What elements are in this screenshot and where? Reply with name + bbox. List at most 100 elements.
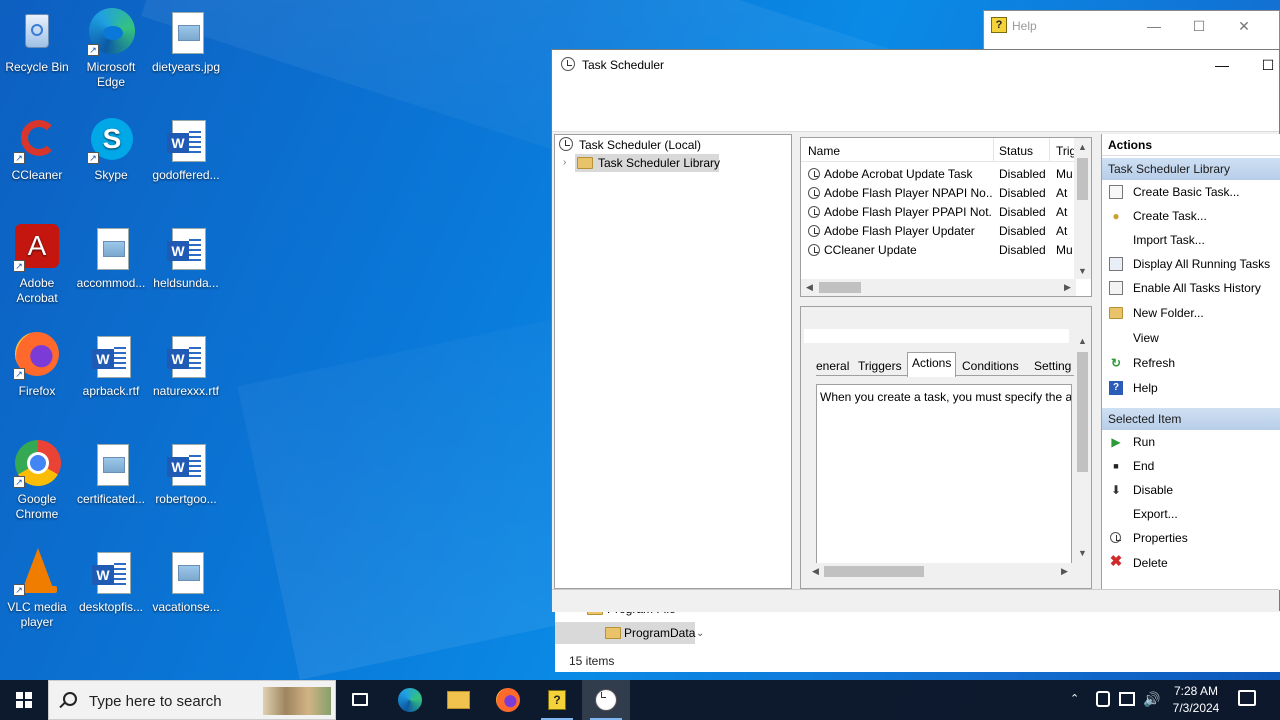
- taskbar-firefox[interactable]: [484, 680, 532, 720]
- desktop-icon-label: Skype: [94, 168, 128, 182]
- taskbar-file-explorer[interactable]: [434, 680, 482, 720]
- network-icon[interactable]: [1119, 692, 1135, 706]
- desktop-icon-skype[interactable]: S ↗ Skype: [74, 116, 148, 183]
- scroll-left-arrow[interactable]: ◀: [807, 566, 824, 577]
- action-enable-history[interactable]: Enable All Tasks History: [1102, 278, 1280, 298]
- action-create-task[interactable]: ● Create Task...: [1102, 206, 1280, 226]
- action-export[interactable]: Export...: [1102, 504, 1280, 524]
- action-import-task[interactable]: Import Task...: [1102, 230, 1280, 250]
- menu-toolbar-area: [552, 80, 1279, 132]
- desktop-icon-robertgoo[interactable]: W robertgoo...: [149, 440, 223, 507]
- action-new-folder[interactable]: New Folder...: [1102, 303, 1280, 323]
- desktop-icon-heldsunda[interactable]: W heldsunda...: [149, 224, 223, 291]
- device-icon[interactable]: [1096, 691, 1110, 707]
- close-button[interactable]: ✕: [1230, 15, 1258, 37]
- action-help[interactable]: ? Help: [1102, 378, 1280, 398]
- action-disable[interactable]: ⬇ Disable: [1102, 480, 1280, 500]
- scroll-thumb[interactable]: [819, 282, 861, 293]
- task-view-button[interactable]: [336, 680, 384, 720]
- actions-pane[interactable]: Actions Task Scheduler Library Create Ba…: [1101, 134, 1280, 590]
- create-basic-task-icon: [1109, 185, 1123, 199]
- scroll-thumb[interactable]: [1077, 158, 1088, 200]
- expand-chevron-icon[interactable]: ›: [563, 157, 566, 168]
- show-hidden-icons-chevron[interactable]: ⌃: [1070, 692, 1079, 720]
- action-delete[interactable]: ✖ Delete: [1102, 553, 1280, 573]
- tab-conditions[interactable]: Conditions: [958, 356, 1023, 376]
- help-window[interactable]: ? Help — ☐ ✕: [983, 10, 1280, 50]
- vertical-scrollbar[interactable]: ▲ ▼: [1074, 332, 1091, 562]
- tab-actions[interactable]: Actions: [907, 352, 957, 377]
- minimize-button[interactable]: —: [1140, 15, 1168, 37]
- maximize-button[interactable]: ☐: [1185, 15, 1213, 37]
- scroll-thumb[interactable]: [1077, 352, 1088, 472]
- start-button[interactable]: [0, 680, 48, 720]
- table-row[interactable]: Adobe Flash Player PPAPI Not... Disabled…: [801, 203, 1091, 222]
- desktop-icon-recycle-bin[interactable]: Recycle Bin: [0, 8, 74, 75]
- task-icon: [808, 244, 820, 256]
- list-item[interactable]: ProgramData: [605, 626, 695, 640]
- scroll-up-arrow[interactable]: ▲: [1074, 142, 1091, 152]
- task-details-pane[interactable]: eneral Triggers Actions Conditions Setti…: [800, 306, 1092, 589]
- scroll-up-arrow[interactable]: ▲: [1074, 336, 1091, 346]
- desktop-icon-vlc[interactable]: ↗ VLC media player: [0, 548, 74, 630]
- table-row[interactable]: Adobe Flash Player Updater Disabled At: [801, 222, 1091, 241]
- volume-icon[interactable]: 🔊: [1143, 691, 1160, 720]
- desktop-icon-microsoft-edge[interactable]: ↗ Microsoft Edge: [74, 8, 148, 90]
- desktop-icon-dietyears[interactable]: dietyears.jpg: [149, 8, 223, 75]
- table-row[interactable]: Adobe Flash Player NPAPI No... Disabled …: [801, 184, 1091, 203]
- column-header-name[interactable]: Name: [808, 144, 840, 158]
- action-end[interactable]: ■ End: [1102, 456, 1280, 476]
- taskbar-edge[interactable]: [386, 680, 434, 720]
- desktop-icon-ccleaner[interactable]: ↗ CCleaner: [0, 116, 74, 183]
- action-run[interactable]: ▶ Run: [1102, 432, 1280, 452]
- desktop-icon-vacationse[interactable]: vacationse...: [149, 548, 223, 615]
- horizontal-scrollbar[interactable]: ◀ ▶: [804, 563, 1079, 580]
- taskbar-clock[interactable]: 7:28 AM 7/3/2024: [1166, 683, 1226, 717]
- vertical-scrollbar[interactable]: ▲ ▼: [1074, 138, 1091, 279]
- tree-item-library[interactable]: Task Scheduler Library: [575, 154, 720, 172]
- taskbar-help[interactable]: ?: [533, 680, 581, 720]
- desktop-icon-firefox[interactable]: ↗ Firefox: [0, 332, 74, 399]
- actions-section-selected-item[interactable]: Selected Item: [1102, 408, 1280, 430]
- task-icon: [808, 187, 820, 199]
- desktop-icon-aprback[interactable]: W aprback.rtf: [74, 332, 148, 399]
- tab-triggers[interactable]: Triggers: [854, 356, 906, 376]
- title-bar[interactable]: Task Scheduler — ☐: [552, 50, 1279, 80]
- scroll-thumb[interactable]: [824, 566, 924, 577]
- table-row[interactable]: CCleaner Update Disabled Mu: [801, 241, 1091, 260]
- tab-settings[interactable]: Setting: [1030, 356, 1075, 376]
- desktop-icon-google-chrome[interactable]: ↗ Google Chrome: [0, 440, 74, 522]
- scroll-down-arrow[interactable]: ▼: [1074, 266, 1091, 276]
- table-row[interactable]: Adobe Acrobat Update Task Disabled Mu: [801, 165, 1091, 184]
- desktop-icon-desktopfis[interactable]: W desktopfis...: [74, 548, 148, 615]
- minimize-button[interactable]: —: [1208, 54, 1236, 76]
- task-scheduler-window[interactable]: Task Scheduler — ☐ Task Scheduler (Local…: [551, 49, 1280, 612]
- action-view[interactable]: View: [1102, 328, 1280, 348]
- task-list[interactable]: Name Status Trig Adobe Acrobat Update Ta…: [800, 137, 1092, 297]
- desktop-icon-naturexxx[interactable]: W naturexxx.rtf: [149, 332, 223, 399]
- actions-section-library[interactable]: Task Scheduler Library: [1102, 158, 1280, 180]
- notification-center-icon[interactable]: [1238, 690, 1256, 706]
- scroll-down-arrow[interactable]: ⌄: [696, 628, 704, 639]
- desktop-icon-godoffered[interactable]: W godoffered...: [149, 116, 223, 183]
- desktop-icon-accommod[interactable]: accommod...: [74, 224, 148, 291]
- taskbar-search-box[interactable]: Type here to search: [48, 680, 336, 720]
- tab-general[interactable]: eneral: [812, 356, 853, 376]
- action-refresh[interactable]: ↻ Refresh: [1102, 353, 1280, 373]
- horizontal-scrollbar[interactable]: ◀ ▶: [801, 279, 1076, 296]
- scroll-down-arrow[interactable]: ▼: [1074, 548, 1091, 558]
- action-display-running-tasks[interactable]: Display All Running Tasks: [1102, 254, 1280, 274]
- desktop-icon-label: vacationse...: [152, 600, 220, 614]
- clock-date: 7/3/2024: [1172, 701, 1220, 715]
- taskbar-task-scheduler[interactable]: [582, 680, 630, 720]
- navigation-tree[interactable]: Task Scheduler (Local) › Task Scheduler …: [554, 134, 792, 589]
- column-header-status[interactable]: Status: [999, 144, 1033, 158]
- scroll-right-arrow[interactable]: ▶: [1056, 566, 1073, 577]
- action-create-basic-task[interactable]: Create Basic Task...: [1102, 182, 1280, 202]
- maximize-button[interactable]: ☐: [1254, 54, 1280, 76]
- desktop-icon-certificated[interactable]: certificated...: [74, 440, 148, 507]
- action-properties[interactable]: Properties: [1102, 528, 1280, 548]
- desktop-icon-adobe-acrobat[interactable]: A ↗ Adobe Acrobat: [0, 224, 74, 306]
- scroll-left-arrow[interactable]: ◀: [801, 282, 818, 293]
- scroll-right-arrow[interactable]: ▶: [1059, 282, 1076, 293]
